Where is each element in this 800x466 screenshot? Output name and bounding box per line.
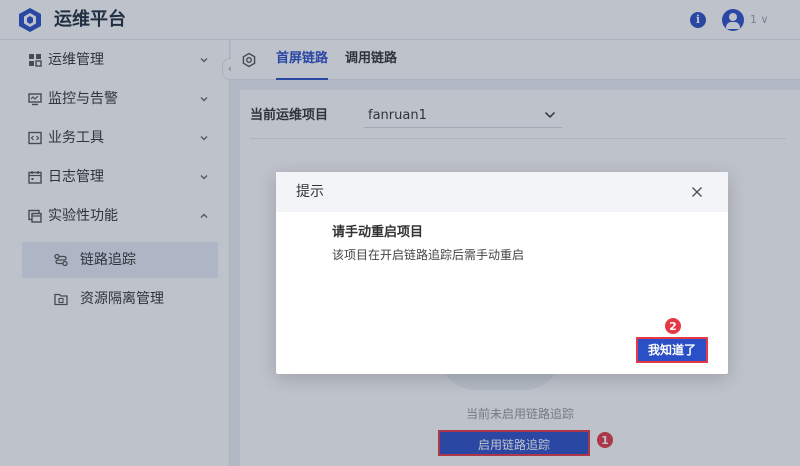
dialog-heading: 请手动重启项目 <box>332 225 424 240</box>
step-marker-2: 2 <box>664 317 682 335</box>
dialog-title: 提示 <box>296 184 324 200</box>
acknowledge-button[interactable]: 我知道了 <box>636 337 708 363</box>
dialog-message: 该项目在开启链路追踪后需手动重启 <box>332 248 525 262</box>
dialog-header: 提示 <box>276 172 728 212</box>
prompt-dialog: 提示 请手动重启项目 该项目在开启链路追踪后需手动重启 我知道了 <box>276 172 728 374</box>
close-icon[interactable] <box>690 185 704 199</box>
